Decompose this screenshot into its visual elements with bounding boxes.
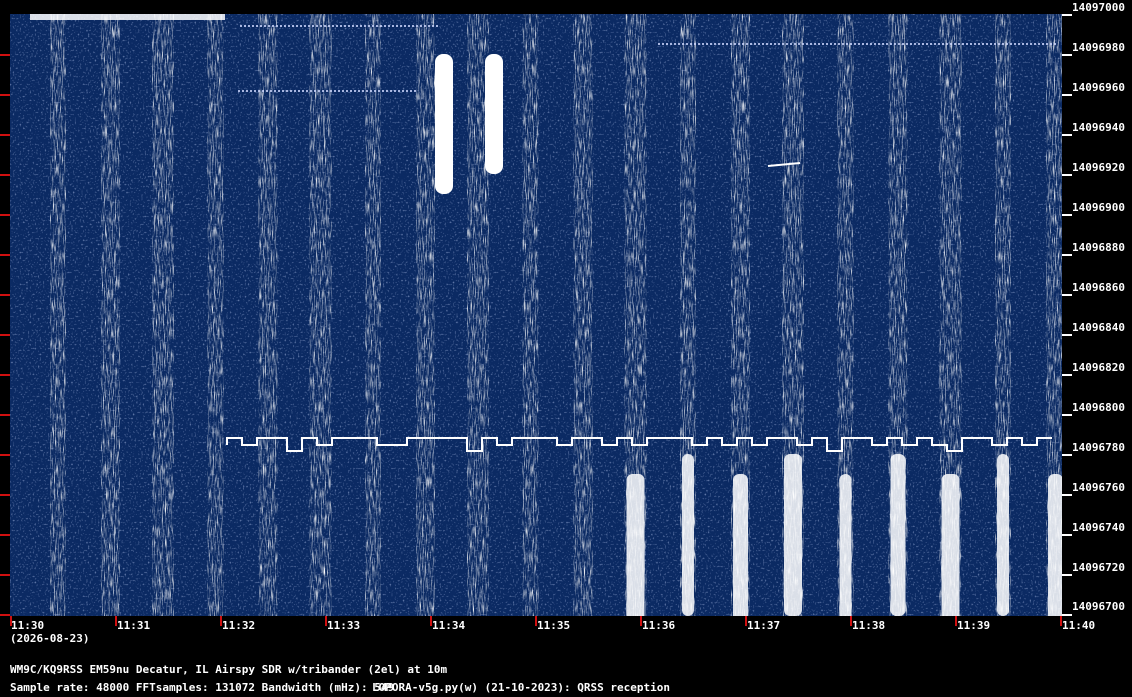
- left-tick: [0, 334, 10, 336]
- left-tick: [0, 374, 10, 376]
- freq-label: 14096960: [1072, 81, 1125, 94]
- left-tick: [0, 614, 10, 616]
- freq-tick: [1062, 294, 1072, 296]
- freq-tick: [1062, 374, 1072, 376]
- freq-label: 14096900: [1072, 201, 1125, 214]
- freq-tick: [1062, 334, 1072, 336]
- strong-signal-blob: [941, 474, 960, 616]
- freq-tick: [1062, 574, 1072, 576]
- freq-tick: [1062, 94, 1072, 96]
- time-label: 11:31: [117, 619, 151, 632]
- freq-tick: [1062, 54, 1072, 56]
- signal-band: [309, 14, 332, 616]
- time-label: 11:35: [537, 619, 571, 632]
- time-tick: [640, 616, 642, 626]
- time-tick: [430, 616, 432, 626]
- freq-tick: [1062, 614, 1072, 616]
- freq-tick: [1062, 494, 1072, 496]
- freq-label: 14096800: [1072, 401, 1125, 414]
- left-tick: [0, 574, 10, 576]
- time-tick: [955, 616, 957, 626]
- freq-label: 14096780: [1072, 441, 1125, 454]
- strong-signal-blob: [485, 54, 503, 174]
- signal-band: [416, 14, 435, 616]
- strong-signal-blob: [890, 454, 906, 616]
- freq-tick: [1062, 534, 1072, 536]
- freq-label: 14096740: [1072, 521, 1125, 534]
- time-tick: [115, 616, 117, 626]
- freq-label: 14096880: [1072, 241, 1125, 254]
- strong-signal-blob: [435, 54, 453, 194]
- freq-tick: [1062, 254, 1072, 256]
- left-tick: [0, 494, 10, 496]
- date-label: (2026-08-23): [10, 632, 90, 645]
- strong-signal-blob: [626, 474, 645, 616]
- noise-strip: [30, 14, 225, 20]
- sample-params: Sample rate: 48000 FFTsamples: 131072 Ba…: [10, 681, 395, 694]
- freq-label: 14096860: [1072, 281, 1125, 294]
- left-tick: [0, 134, 10, 136]
- time-tick: [1060, 616, 1062, 626]
- signal-band: [365, 14, 381, 616]
- strong-signal-blob: [682, 454, 694, 616]
- freq-tick: [1062, 174, 1072, 176]
- signal-band: [522, 14, 539, 616]
- strong-signal-blob: [997, 454, 1009, 616]
- freq-label: 14096840: [1072, 321, 1125, 334]
- left-tick: [0, 254, 10, 256]
- time-label: 11:33: [327, 619, 361, 632]
- left-tick: [0, 94, 10, 96]
- freq-label: 14097000: [1072, 1, 1125, 14]
- strong-signal-blob: [784, 454, 802, 616]
- freq-tick: [1062, 414, 1072, 416]
- time-label: 11:40: [1062, 619, 1096, 632]
- signal-band: [207, 14, 224, 616]
- spectrogram-image: [10, 14, 1062, 616]
- time-tick: [325, 616, 327, 626]
- left-tick: [0, 214, 10, 216]
- freq-label: 14096760: [1072, 481, 1125, 494]
- left-tick: [0, 294, 10, 296]
- strong-signal-blob: [1048, 474, 1062, 616]
- freq-tick: [1062, 134, 1072, 136]
- freq-tick: [1062, 14, 1072, 16]
- time-tick: [745, 616, 747, 626]
- signal-band: [152, 14, 174, 616]
- left-tick: [0, 414, 10, 416]
- time-label: 11:38: [852, 619, 886, 632]
- signal-band: [50, 14, 66, 616]
- time-tick: [10, 616, 12, 626]
- station-info: WM9C/KQ9RSS EM59nu Decatur, IL Airspy SD…: [10, 663, 448, 676]
- time-tick: [220, 616, 222, 626]
- time-label: 11:37: [747, 619, 781, 632]
- strong-signal-blob: [733, 474, 748, 616]
- freq-label: 14096700: [1072, 600, 1125, 613]
- software-info: LOPORA-v5g.py(w) (21-10-2023): QRSS rece…: [372, 681, 671, 694]
- freq-label: 14096720: [1072, 561, 1125, 574]
- time-tick: [535, 616, 537, 626]
- strong-signal-blob: [839, 474, 852, 616]
- time-label: 11:30: [11, 619, 45, 632]
- freq-label: 14096980: [1072, 41, 1125, 54]
- left-tick: [0, 54, 10, 56]
- left-tick: [0, 534, 10, 536]
- left-tick: [0, 174, 10, 176]
- time-label: 11:32: [222, 619, 256, 632]
- freq-label: 14096820: [1072, 361, 1125, 374]
- time-label: 11:36: [642, 619, 676, 632]
- time-label: 11:39: [957, 619, 991, 632]
- signal-band: [101, 14, 120, 616]
- left-tick: [0, 454, 10, 456]
- spectrogram-waterfall: [10, 14, 1062, 616]
- freq-tick: [1062, 214, 1072, 216]
- signal-band: [573, 14, 593, 616]
- freq-tick: [1062, 454, 1072, 456]
- time-tick: [850, 616, 852, 626]
- freq-label: 14096940: [1072, 121, 1125, 134]
- time-label: 11:34: [432, 619, 466, 632]
- freq-label: 14096920: [1072, 161, 1125, 174]
- signal-band: [258, 14, 278, 616]
